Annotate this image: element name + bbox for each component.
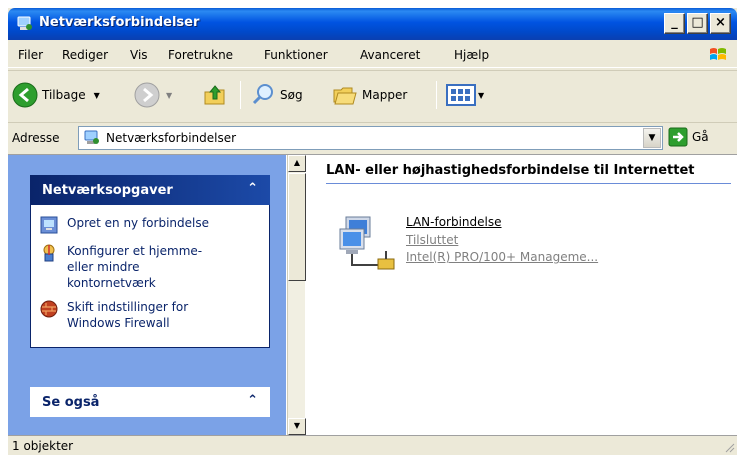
see-also-title: Se også (42, 395, 100, 410)
views-dropdown-icon[interactable]: ▼ (478, 91, 484, 100)
task-create-connection[interactable]: Opret en ny forbindelse (39, 215, 261, 235)
address-input[interactable]: Netværksforbindelser ▼ (78, 126, 663, 150)
explorer-window: Netværksforbindelser _ □ × Filer Rediger… (8, 8, 737, 455)
address-dropdown-button[interactable]: ▼ (643, 128, 661, 148)
address-label: Adresse (12, 131, 60, 145)
scroll-down-button[interactable]: ▼ (288, 418, 306, 435)
group-header: LAN- eller højhastighedsforbindelse til … (326, 163, 695, 178)
menu-advanced[interactable]: Avanceret (360, 48, 420, 62)
menu-bar: Filer Rediger Vis Foretrukne Funktioner … (8, 42, 737, 68)
task-label: Skift indstillinger for Windows Firewall (67, 300, 189, 330)
scroll-thumb[interactable] (288, 173, 306, 281)
views-button[interactable]: ▼ (446, 81, 484, 109)
network-tasks-title: Netværksopgaver (42, 183, 173, 198)
go-button[interactable]: Gå (668, 127, 709, 147)
connection-status: Tilsluttet (406, 233, 459, 247)
menu-edit[interactable]: Rediger (62, 48, 108, 62)
menu-favorites[interactable]: Foretrukne (168, 48, 233, 62)
connection-device: Intel(R) PRO/100+ Manageme... (406, 250, 599, 264)
toolbar-separator (240, 81, 241, 109)
folders-icon (333, 87, 357, 105)
address-bar: Adresse Netværksforbindelser ▼ Gå (8, 122, 737, 152)
network-tasks-body: Opret en ny forbindelse Konfigurer et hj… (30, 205, 270, 348)
firewall-icon (40, 300, 58, 318)
toolbar: Tilbage ▼ ▼ Søg Mapper ▼ (8, 70, 737, 118)
content-area: Netværksopgaver ⌃ Opret en ny forbindels… (8, 154, 737, 436)
minimize-button[interactable]: _ (664, 13, 685, 34)
resize-grip-icon[interactable] (723, 441, 735, 453)
network-tasks-header[interactable]: Netværksopgaver ⌃ (30, 175, 270, 205)
forward-dropdown-icon[interactable]: ▼ (166, 91, 172, 100)
new-connection-icon (40, 216, 58, 234)
forward-arrow-icon (134, 82, 160, 108)
menu-view[interactable]: Vis (130, 48, 148, 62)
menu-tools[interactable]: Funktioner (264, 48, 328, 62)
task-firewall-settings[interactable]: Skift indstillinger for Windows Firewall (39, 299, 261, 331)
search-icon (252, 84, 273, 105)
views-icon (446, 84, 476, 106)
connections-list: LAN- eller højhastighedsforbindelse til … (306, 155, 737, 436)
tasks-scrollbar[interactable]: ▲ ▼ (287, 155, 306, 436)
status-bar: 1 objekter (8, 435, 737, 455)
up-folder-icon (204, 85, 225, 105)
tasks-pane: Netværksopgaver ⌃ Opret en ny forbindels… (8, 155, 286, 436)
group-divider (326, 183, 731, 184)
go-label: Gå (692, 130, 709, 144)
folders-label: Mapper (362, 88, 408, 102)
home-network-wizard-icon (43, 244, 55, 262)
close-button[interactable]: × (710, 13, 731, 34)
window-title: Netværksforbindelser (39, 15, 200, 30)
back-label: Tilbage (42, 88, 86, 102)
task-home-network[interactable]: Konfigurer et hjemme- eller mindre konto… (39, 243, 261, 291)
forward-button[interactable]: ▼ (134, 81, 172, 109)
network-connections-icon (84, 130, 99, 144)
see-also-header[interactable]: Se også ⌃ (30, 387, 270, 417)
connection-name[interactable]: LAN-forbindelse (406, 215, 502, 229)
scroll-up-button[interactable]: ▲ (288, 155, 306, 172)
search-label: Søg (280, 88, 303, 102)
status-text: 1 objekter (12, 439, 74, 453)
search-button[interactable]: Søg (250, 81, 303, 109)
menu-file[interactable]: Filer (18, 48, 43, 62)
task-label: Konfigurer et hjemme- eller mindre konto… (67, 244, 203, 290)
see-also-panel: Se også ⌃ (30, 387, 270, 417)
collapse-chevron-icon[interactable]: ⌃ (247, 393, 258, 408)
go-arrow-icon (668, 127, 688, 147)
windows-logo-icon (710, 48, 726, 60)
menu-help[interactable]: Hjælp (454, 48, 489, 62)
maximize-button[interactable]: □ (687, 13, 708, 34)
network-tasks-panel: Netværksopgaver ⌃ Opret en ny forbindels… (30, 175, 270, 348)
up-folder-button[interactable] (202, 81, 228, 109)
address-value: Netværksforbindelser (106, 131, 237, 145)
title-bar[interactable]: Netværksforbindelser _ □ × (8, 8, 737, 40)
lan-connection-icon[interactable] (338, 215, 400, 273)
network-connections-icon (17, 16, 32, 30)
toolbar-separator (436, 81, 437, 109)
back-arrow-icon (12, 82, 38, 108)
task-label: Opret en ny forbindelse (67, 216, 209, 230)
folders-button[interactable]: Mapper (332, 81, 407, 109)
back-dropdown-icon[interactable]: ▼ (94, 91, 100, 100)
back-button[interactable]: Tilbage ▼ (12, 81, 100, 109)
collapse-chevron-icon[interactable]: ⌃ (247, 181, 258, 196)
